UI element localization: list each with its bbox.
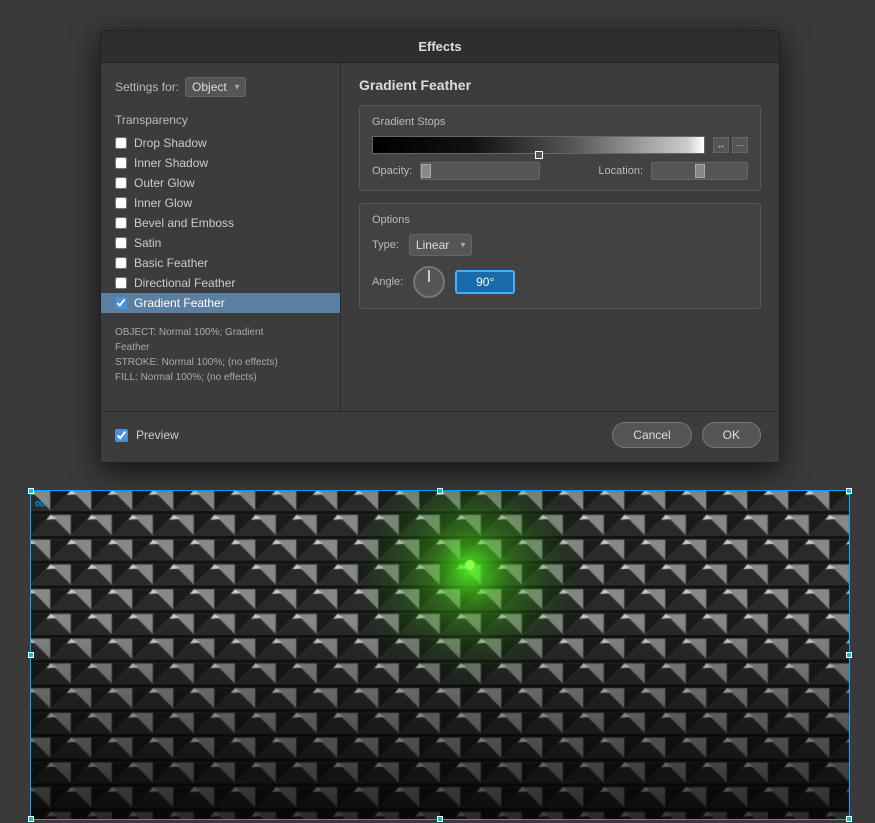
outer-glow-checkbox[interactable] [115,177,127,189]
angle-dial[interactable] [413,266,445,298]
options-section: Options Type: Linear Radial Angle: [359,203,761,309]
gradient-bar-container: ↔ ⋯ [372,136,748,154]
preview-checkbox[interactable] [115,429,128,442]
satin-checkbox[interactable] [115,237,127,249]
gradient-bar[interactable] [372,136,705,154]
title-text: Effects [418,39,461,54]
cancel-button[interactable]: Cancel [612,422,691,448]
basic-feather-checkbox[interactable] [115,257,127,269]
effects-dialog: Effects Settings for: Object Stroke Fill… [100,30,780,463]
angle-label: Angle: [372,276,403,288]
type-row: Type: Linear Radial [372,234,748,256]
directional-feather-label: Directional Feather [134,276,235,290]
basic-feather-label: Basic Feather [134,256,208,270]
effect-outer-glow[interactable]: Outer Glow [101,173,340,193]
location-label: Location: [598,165,643,177]
location-slider[interactable] [651,162,748,180]
right-panel-title: Gradient Feather [359,77,761,93]
ok-button[interactable]: OK [702,422,761,448]
type-select-wrapper[interactable]: Linear Radial [409,234,472,256]
drop-shadow-label: Drop Shadow [134,136,207,150]
gradient-feather-label: Gradient Feather [134,296,225,310]
satin-label: Satin [134,236,161,250]
effect-drop-shadow[interactable]: Drop Shadow [101,133,340,153]
options-section-title: Options [372,214,748,226]
gradient-options-btn[interactable]: ⋯ [732,137,748,153]
preview-row: Preview [115,428,179,442]
effect-basic-feather[interactable]: Basic Feather [101,253,340,273]
inner-glow-checkbox[interactable] [115,197,127,209]
info-line3: STROKE: Normal 100%; (no effects) [115,355,326,370]
info-line1: OBJECT: Normal 100%; Gradient [115,325,326,340]
settings-for-select-wrapper[interactable]: Object Stroke Fill Text [185,77,246,97]
link-icon: ∞ [35,495,45,511]
dialog-body: Settings for: Object Stroke Fill Text Tr… [101,63,779,411]
gradient-stops-title: Gradient Stops [372,116,748,128]
right-panel: Gradient Feather Gradient Stops ↔ ⋯ Opac… [341,63,779,411]
effect-inner-glow[interactable]: Inner Glow [101,193,340,213]
inner-shadow-checkbox[interactable] [115,157,127,169]
dialog-title: Effects [101,31,779,63]
preview-label: Preview [136,428,179,442]
effect-bevel-emboss[interactable]: Bevel and Emboss [101,213,340,233]
outer-glow-label: Outer Glow [134,176,195,190]
button-group: Cancel OK [612,422,761,448]
info-line2: Feather [115,340,326,355]
gradient-feather-checkbox[interactable] [115,297,127,309]
opacity-slider[interactable] [420,162,540,180]
left-panel: Settings for: Object Stroke Fill Text Tr… [101,63,341,411]
gradient-stop-active[interactable] [535,151,543,159]
canvas-preview [30,490,850,820]
angle-input[interactable] [455,270,515,294]
inner-glow-label: Inner Glow [134,196,192,210]
effect-inner-shadow[interactable]: Inner Shadow [101,153,340,173]
bevel-emboss-checkbox[interactable] [115,217,127,229]
type-select[interactable]: Linear Radial [409,234,472,256]
effect-satin[interactable]: Satin [101,233,340,253]
transparency-section-label: Transparency [101,109,340,133]
effect-directional-feather[interactable]: Directional Feather [101,273,340,293]
settings-for-select[interactable]: Object Stroke Fill Text [185,77,246,97]
type-label: Type: [372,239,399,251]
opacity-location-row: Opacity: Location: [372,162,748,180]
gradient-reverse-btn[interactable]: ↔ [713,137,729,153]
bevel-emboss-label: Bevel and Emboss [134,216,234,230]
inner-shadow-label: Inner Shadow [134,156,208,170]
effect-gradient-feather[interactable]: Gradient Feather [101,293,340,313]
settings-for-label: Settings for: [115,80,179,94]
drop-shadow-checkbox[interactable] [115,137,127,149]
gradient-stops-section: Gradient Stops ↔ ⋯ Opacity: Location: [359,105,761,191]
angle-row: Angle: [372,266,748,298]
gradient-icons: ↔ ⋯ [713,137,748,153]
info-line4: FILL: Normal 100%; (no effects) [115,370,326,385]
settings-for-row: Settings for: Object Stroke Fill Text [101,77,340,109]
effect-info-box: OBJECT: Normal 100%; Gradient Feather ST… [115,325,326,385]
directional-feather-checkbox[interactable] [115,277,127,289]
opacity-label: Opacity: [372,165,412,177]
dialog-footer: Preview Cancel OK [101,411,779,462]
